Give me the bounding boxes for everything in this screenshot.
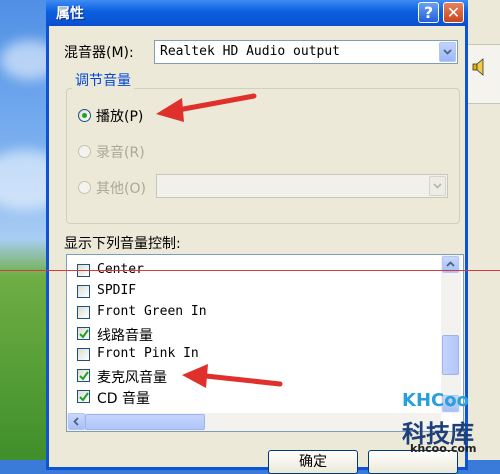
watermark-logo: KHCoo xyxy=(402,390,469,411)
checkbox-checked[interactable] xyxy=(77,369,90,382)
annotation-arrow-icon xyxy=(156,93,257,122)
mixer-value: Realtek HD Audio output xyxy=(160,44,341,59)
speaker-icon xyxy=(472,58,484,76)
mixer-label: 混音器(M): xyxy=(64,45,134,61)
adjust-volume-title: 调节音量 xyxy=(72,70,134,90)
title-bar: 属性 ? ✕ xyxy=(46,0,468,26)
checkbox-checked[interactable] xyxy=(77,327,90,340)
chevron-down-icon[interactable] xyxy=(439,42,456,62)
other-device-select[interactable] xyxy=(156,174,448,198)
watermark: KHCoo 科技库 khcoo.com xyxy=(396,390,496,460)
scroll-thumb[interactable] xyxy=(85,414,205,430)
controls-label: 显示下列音量控制: xyxy=(64,236,181,252)
close-button[interactable]: ✕ xyxy=(443,2,464,23)
chevron-left-icon xyxy=(73,417,79,426)
scroll-left-button[interactable] xyxy=(68,413,85,430)
checkbox-checked[interactable] xyxy=(77,390,90,403)
checkbox[interactable] xyxy=(77,348,90,361)
horizontal-scrollbar[interactable] xyxy=(67,413,441,431)
dialog-title: 属性 xyxy=(56,6,84,22)
checkmark-icon xyxy=(79,371,89,381)
radio-playback[interactable] xyxy=(78,109,91,122)
radio-recording[interactable] xyxy=(78,145,91,158)
annotation-line xyxy=(0,270,500,271)
radio-recording-label: 录音(R) xyxy=(96,145,145,161)
checkmark-icon xyxy=(79,329,89,339)
checkbox[interactable] xyxy=(77,285,90,298)
checkmark-icon xyxy=(79,392,89,402)
watermark-url: khcoo.com xyxy=(410,442,477,455)
mixer-select[interactable]: Realtek HD Audio output xyxy=(154,40,458,64)
help-button[interactable]: ? xyxy=(418,2,439,23)
checkbox[interactable] xyxy=(77,306,90,319)
ok-button[interactable]: 确定 xyxy=(268,450,358,474)
radio-playback-label[interactable]: 播放(P) xyxy=(96,106,143,126)
scroll-thumb[interactable] xyxy=(442,335,459,375)
annotation-arrow-icon xyxy=(182,364,283,388)
chevron-down-icon[interactable] xyxy=(429,176,446,196)
radio-other-label: 其他(O) xyxy=(96,181,146,197)
radio-other[interactable] xyxy=(78,181,91,194)
